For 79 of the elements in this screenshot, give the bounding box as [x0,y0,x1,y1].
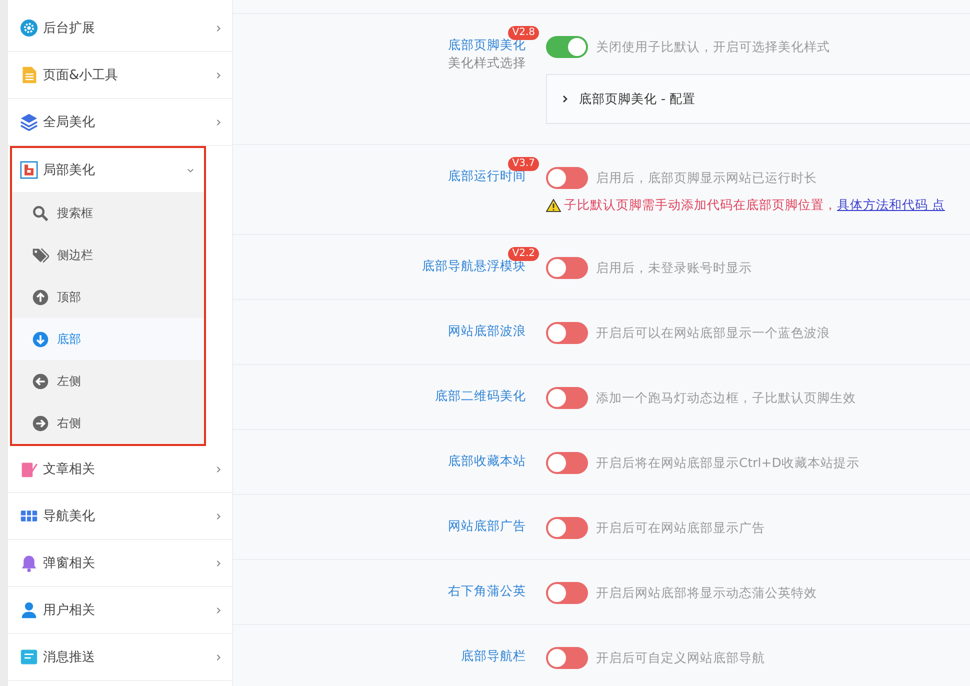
submenu-item[interactable]: 底部 [12,318,204,360]
sidebar-item-label: 弹窗相关 [43,555,96,572]
frame-icon [20,161,38,179]
warning-link[interactable]: 具体方法和代码 点 [837,197,945,214]
sidebar-item-label: 导航美化 [43,508,96,525]
chevron-icon [215,466,222,472]
setting-description: 开启后可以在网站底部显示一个蓝色波浪 [596,324,830,342]
msg-icon [20,648,38,666]
chevron-icon [215,24,222,32]
setting-description: 添加一个跑马灯动态边框，子比默认页脚生效 [596,390,856,406]
sidebar-item[interactable]: 页面&小工具 [8,52,232,99]
chevron-icon [187,166,194,174]
toggle-switch[interactable] [546,517,588,539]
setting-label: 底部收藏本站 [448,452,526,470]
doc-icon [20,66,38,84]
submenu-item[interactable]: 左侧 [12,360,204,402]
version-badge: V2.8 [508,26,539,40]
toggle-switch[interactable] [546,582,588,604]
toggle-switch[interactable] [546,452,588,474]
setting-description: 开启后可在网站底部显示广告 [596,520,765,536]
setting-label: 右下角蒲公英 [448,582,526,600]
setting-description: 开启后将在网站底部显示Ctrl+D收藏本站提示 [596,454,860,472]
toggle-switch[interactable] [546,257,588,279]
submenu-item[interactable]: 右侧 [12,402,204,444]
chevron-icon [215,560,222,566]
sidebar-item[interactable]: 消息推送 [8,634,232,681]
sidebar-item[interactable]: 导航美化 [8,493,232,540]
submenu-item[interactable]: 侧边栏 [12,234,204,276]
setting-description: 启用后，底部页脚显示网站已运行时长 [596,170,817,186]
bell-icon [20,554,38,572]
arrow-left-icon [32,372,49,390]
sidebar-item[interactable]: 全局美化 [8,99,232,146]
setting-label: 底部导航栏 [461,647,526,665]
toggle-switch[interactable] [546,387,588,409]
arrow-right-icon [32,414,49,432]
chevron-icon [215,606,222,614]
arrow-down-icon [32,330,49,348]
submenu-item[interactable]: 搜索框 [12,192,204,234]
sidebar-item[interactable]: 用户相关 [8,587,232,634]
setting-label: 网站底部波浪 [448,322,526,340]
layers-icon [20,113,38,131]
sidebar-item-label: 后台扩展 [43,20,96,37]
chevron-icon [215,654,222,660]
user-icon [20,601,38,619]
toggle-switch[interactable] [546,36,588,58]
setting-sublabel: 美化样式选择 [448,54,526,72]
setting-label: 网站底部广告 [448,517,526,535]
search-icon [32,204,49,222]
toggle-switch[interactable] [546,647,588,669]
version-badge: V2.2 [508,247,539,261]
sidebar-item-label: 全局美化 [43,114,96,131]
toggle-switch[interactable] [546,167,588,189]
chevron-icon [215,118,222,126]
submenu-item[interactable]: 顶部 [12,276,204,318]
gear-icon [20,19,38,37]
setting-description: 开启后网站底部将显示动态蒲公英特效 [596,584,817,602]
sidebar-item[interactable]: 弹窗相关 [8,540,232,587]
setting-description: 启用后，未登录账号时显示 [596,260,752,276]
sidebar-item-label: 消息推送 [43,649,96,666]
arrow-up-icon [32,288,49,306]
chevron-icon [561,95,569,103]
toggle-switch[interactable] [546,322,588,344]
chevron-icon [215,512,222,520]
sidebar-item[interactable]: 后台扩展 [8,5,232,52]
config-accordion[interactable]: 底部页脚美化 - 配置 [546,74,970,124]
setting-label: 底部二维码美化 [435,387,526,405]
warning-icon [546,199,561,212]
warning-text: 子比默认页脚需手动添加代码在底部页脚位置， [564,197,837,214]
sidebar-item-label: 用户相关 [43,602,96,619]
note-icon [20,460,38,478]
setting-description: 关闭使用子比默认，开启可选择美化样式 [596,38,830,56]
sidebar-item-label: 文章相关 [43,461,96,478]
sidebar-item-label: 页面&小工具 [43,67,120,84]
sidebar-item[interactable]: 文章相关 [8,446,232,493]
sidebar-item-label: 局部美化 [43,162,96,179]
tag-icon [32,246,49,264]
setting-description: 开启后可自定义网站底部导航 [596,650,765,666]
chevron-icon [215,72,222,78]
version-badge: V3.7 [508,157,539,171]
